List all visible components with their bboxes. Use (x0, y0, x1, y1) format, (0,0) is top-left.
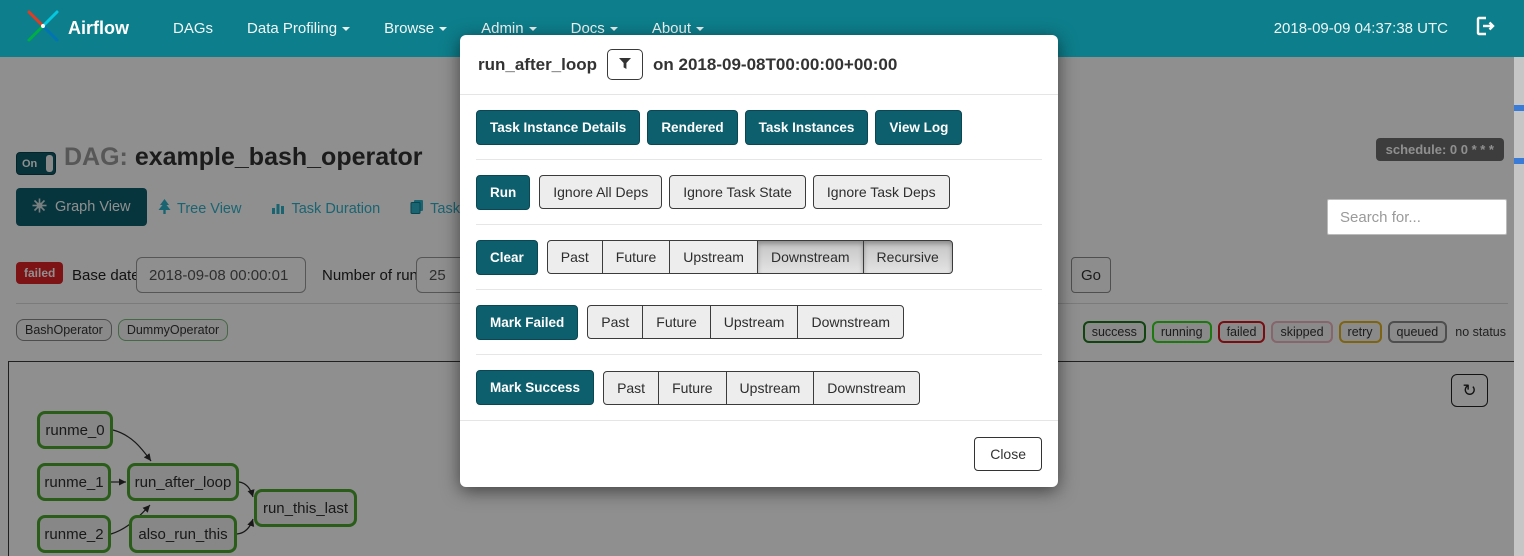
scrollbar-mark (1514, 158, 1524, 164)
clear-downstream-toggle[interactable]: Downstream (757, 240, 864, 274)
mark-failed-upstream-toggle[interactable]: Upstream (710, 305, 799, 339)
search-input[interactable] (1327, 199, 1507, 235)
close-button[interactable]: Close (974, 437, 1042, 471)
nav-item-dags[interactable]: DAGs (173, 20, 213, 37)
modal-row-clear: Clear Past Future Upstream Downstream Re… (476, 225, 1042, 290)
caret-down-icon (439, 27, 447, 31)
rendered-button[interactable]: Rendered (647, 110, 737, 145)
clear-options-group: Past Future Upstream Downstream Recursiv… (547, 240, 953, 274)
modal-execution-date: on 2018-09-08T00:00:00+00:00 (653, 55, 897, 75)
mark-failed-downstream-toggle[interactable]: Downstream (797, 305, 904, 339)
mark-success-past-toggle[interactable]: Past (603, 371, 659, 405)
caret-down-icon (610, 27, 618, 31)
page-scrollbar[interactable] (1514, 57, 1524, 556)
ignore-task-state-toggle[interactable]: Ignore Task State (669, 175, 806, 209)
task-instance-details-button[interactable]: Task Instance Details (476, 110, 640, 145)
modal-task-name: run_after_loop (478, 55, 597, 75)
run-button[interactable]: Run (476, 175, 530, 210)
logout-icon[interactable] (1474, 15, 1496, 42)
view-log-button[interactable]: View Log (875, 110, 962, 145)
airflow-graph-page: Airflow DAGs Data Profiling Browse Admin… (0, 0, 1524, 556)
task-instances-button[interactable]: Task Instances (745, 110, 869, 145)
modal-header: run_after_loop on 2018-09-08T00:00:00+00… (460, 35, 1058, 95)
funnel-filter-icon (618, 57, 632, 73)
filter-button[interactable] (607, 49, 643, 80)
mark-failed-future-toggle[interactable]: Future (642, 305, 710, 339)
mark-failed-button[interactable]: Mark Failed (476, 305, 578, 340)
modal-row-mark-success: Mark Success Past Future Upstream Downst… (476, 355, 1042, 420)
mark-failed-past-toggle[interactable]: Past (587, 305, 643, 339)
ignore-task-deps-toggle[interactable]: Ignore Task Deps (813, 175, 950, 209)
mark-success-future-toggle[interactable]: Future (658, 371, 726, 405)
task-instance-modal: run_after_loop on 2018-09-08T00:00:00+00… (460, 35, 1058, 487)
scrollbar-mark (1514, 105, 1524, 111)
mark-success-upstream-toggle[interactable]: Upstream (726, 371, 815, 405)
mark-success-downstream-toggle[interactable]: Downstream (813, 371, 920, 405)
mark-success-button[interactable]: Mark Success (476, 370, 594, 405)
airflow-brand[interactable]: Airflow (26, 9, 129, 48)
clear-past-toggle[interactable]: Past (547, 240, 603, 274)
modal-row-mark-failed: Mark Failed Past Future Upstream Downstr… (476, 290, 1042, 355)
ignore-all-deps-toggle[interactable]: Ignore All Deps (539, 175, 662, 209)
modal-row-details: Task Instance Details Rendered Task Inst… (476, 95, 1042, 160)
clear-upstream-toggle[interactable]: Upstream (669, 240, 758, 274)
nav-item-browse[interactable]: Browse (384, 20, 447, 37)
clear-future-toggle[interactable]: Future (602, 240, 670, 274)
modal-row-run: Run Ignore All Deps Ignore Task State Ig… (476, 160, 1042, 225)
nav-item-data-profiling[interactable]: Data Profiling (247, 20, 350, 37)
clear-recursive-toggle[interactable]: Recursive (863, 240, 953, 274)
caret-down-icon (696, 27, 704, 31)
utc-clock: 2018-09-09 04:37:38 UTC (1274, 20, 1448, 37)
mark-success-options-group: Past Future Upstream Downstream (603, 371, 920, 405)
modal-footer: Close (460, 420, 1058, 486)
brand-name: Airflow (68, 18, 129, 39)
mark-failed-options-group: Past Future Upstream Downstream (587, 305, 904, 339)
clear-button[interactable]: Clear (476, 240, 538, 275)
caret-down-icon (529, 27, 537, 31)
airflow-pinwheel-logo-icon (26, 9, 60, 48)
caret-down-icon (342, 27, 350, 31)
